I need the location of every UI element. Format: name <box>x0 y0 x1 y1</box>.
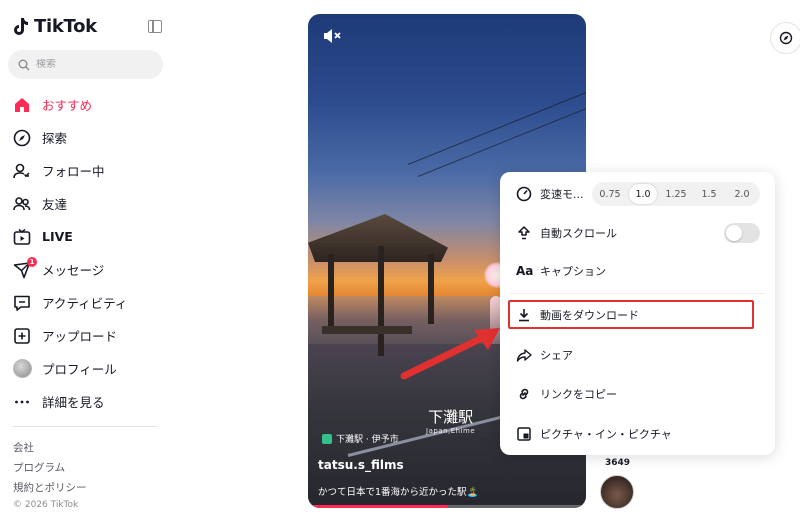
captions-icon: Aa <box>516 264 534 278</box>
nav-item-more[interactable]: 詳細を見る <box>12 385 127 418</box>
bench <box>322 326 412 334</box>
speed-option-1.5[interactable]: 1.5 <box>695 184 723 204</box>
menu-item-label: リンクをコピー <box>540 388 617 401</box>
nav-item-label: 詳細を見る <box>42 395 105 410</box>
nav-item-label: アップロード <box>42 329 118 344</box>
nav-item-following[interactable]: フォロー中 <box>12 154 127 187</box>
speed-selector: 0.75 1.0 1.25 1.5 2.0 <box>592 182 760 206</box>
nav-item-messages[interactable]: 1 メッセージ <box>12 253 127 286</box>
nav-item-label: プロフィール <box>42 362 117 377</box>
home-icon <box>12 95 32 115</box>
footer-links: 会社 プログラム 規約とポリシー © 2026 TikTok <box>13 438 87 510</box>
power-line <box>417 101 586 177</box>
download-icon <box>519 309 529 322</box>
compass-icon <box>779 31 793 45</box>
sidebar-divider <box>12 426 157 427</box>
tiktok-logo[interactable]: TikTok <box>12 16 97 37</box>
search-box[interactable] <box>8 50 163 79</box>
video-context-menu: 変速モ... 0.75 1.0 1.25 1.5 2.0 自動スクロール Aa … <box>500 172 775 455</box>
menu-item-speed: 変速モ... <box>516 183 584 205</box>
nav-item-label: 友達 <box>42 197 68 212</box>
speed-option-1.25[interactable]: 1.25 <box>662 184 690 204</box>
shelter-post <box>378 246 384 356</box>
station-name: 下灘駅 <box>428 408 474 426</box>
avatar <box>12 359 32 378</box>
engagement-count: 3649 <box>605 458 631 468</box>
speed-gauge-icon <box>516 186 532 202</box>
station-subtitle: Japan,Ehime <box>426 427 476 435</box>
location-label: 下灘駅 · 伊予市 <box>336 435 399 445</box>
menu-item-picture-in-picture[interactable]: ピクチャ・イン・ピクチャ <box>516 423 672 445</box>
friends-icon <box>12 194 32 214</box>
share-icon <box>516 349 532 362</box>
video-author[interactable]: tatsu.s_films <box>318 458 404 472</box>
nav-item-label: おすすめ <box>42 98 93 113</box>
menu-item-share[interactable]: シェア <box>516 344 573 366</box>
link-icon <box>519 388 529 400</box>
menu-item-label: ピクチャ・イン・ピクチャ <box>540 428 672 441</box>
nav-item-label: アクティビティ <box>42 296 128 311</box>
collapse-sidebar-icon[interactable] <box>148 20 162 33</box>
nav-item-label: LIVE <box>42 229 73 244</box>
activity-icon <box>12 293 32 313</box>
footer-link-program[interactable]: プログラム <box>13 458 87 478</box>
video-progress-bar[interactable] <box>308 505 586 508</box>
power-line <box>407 89 586 165</box>
speed-option-1.0[interactable]: 1.0 <box>629 184 657 204</box>
explore-button[interactable] <box>770 22 800 54</box>
shelter-post <box>428 254 434 324</box>
compass-icon <box>12 128 32 148</box>
nav-item-friends[interactable]: 友達 <box>12 187 127 220</box>
live-icon <box>12 227 32 247</box>
shelter-post <box>328 254 334 334</box>
station-sign: 下灘駅 Japan,Ehime <box>426 406 475 435</box>
nav-item-label: 探索 <box>42 131 68 146</box>
picture-in-picture-icon <box>517 427 531 441</box>
sidebar: TikTok おすすめ 探索 フォロー中 <box>0 0 176 518</box>
app-name: TikTok <box>34 16 97 37</box>
nav-item-live[interactable]: LIVE <box>12 220 127 253</box>
menu-item-autoscroll[interactable]: 自動スクロール <box>516 222 617 244</box>
upload-icon <box>12 326 32 346</box>
search-input[interactable] <box>36 59 146 70</box>
video-caption: かつて日本で1番海から近かった駅🏝️ <box>318 487 479 498</box>
menu-item-copy-link[interactable]: リンクをコピー <box>516 383 617 405</box>
following-icon <box>12 161 32 181</box>
menu-item-download[interactable]: 動画をダウンロード <box>516 304 639 326</box>
nav-item-recommended[interactable]: おすすめ <box>12 88 127 121</box>
menu-item-label: キャプション <box>540 265 606 278</box>
location-pin-icon <box>322 433 332 444</box>
autoscroll-icon <box>518 226 530 240</box>
nav-item-profile[interactable]: プロフィール <box>12 352 127 385</box>
menu-item-captions[interactable]: Aa キャプション <box>516 260 606 282</box>
message-count-badge: 1 <box>27 257 37 267</box>
annotation-arrow <box>400 328 500 380</box>
location-tag[interactable]: 下灘駅 · 伊予市 <box>322 432 399 445</box>
nav-item-explore[interactable]: 探索 <box>12 121 127 154</box>
sidebar-nav: おすすめ 探索 フォロー中 友達 LIVE 1 メッセージ アクティビティ アッ… <box>12 88 127 418</box>
menu-item-label: 変速モ... <box>540 188 584 201</box>
search-icon <box>18 59 30 70</box>
avatar-wrap <box>12 359 32 379</box>
author-avatar[interactable] <box>600 475 634 509</box>
nav-item-label: フォロー中 <box>42 164 105 179</box>
copyright: © 2026 TikTok <box>13 500 79 510</box>
tiktok-logo-icon <box>14 17 28 35</box>
nav-item-activity[interactable]: アクティビティ <box>12 286 127 319</box>
nav-item-label: メッセージ <box>42 263 105 278</box>
speed-option-0.75[interactable]: 0.75 <box>596 184 624 204</box>
more-icon <box>12 392 32 412</box>
mute-icon[interactable] <box>322 28 342 48</box>
autoscroll-toggle[interactable] <box>724 223 760 243</box>
nav-item-upload[interactable]: アップロード <box>12 319 127 352</box>
menu-item-label: シェア <box>540 349 573 362</box>
menu-item-label: 動画をダウンロード <box>540 309 639 322</box>
video-progress-fill <box>308 505 447 508</box>
footer-link-company[interactable]: 会社 <box>13 438 87 458</box>
footer-link-terms[interactable]: 規約とポリシー <box>13 478 87 498</box>
speed-option-2.0[interactable]: 2.0 <box>728 184 756 204</box>
menu-item-label: 自動スクロール <box>540 227 617 240</box>
menu-divider <box>510 293 765 294</box>
